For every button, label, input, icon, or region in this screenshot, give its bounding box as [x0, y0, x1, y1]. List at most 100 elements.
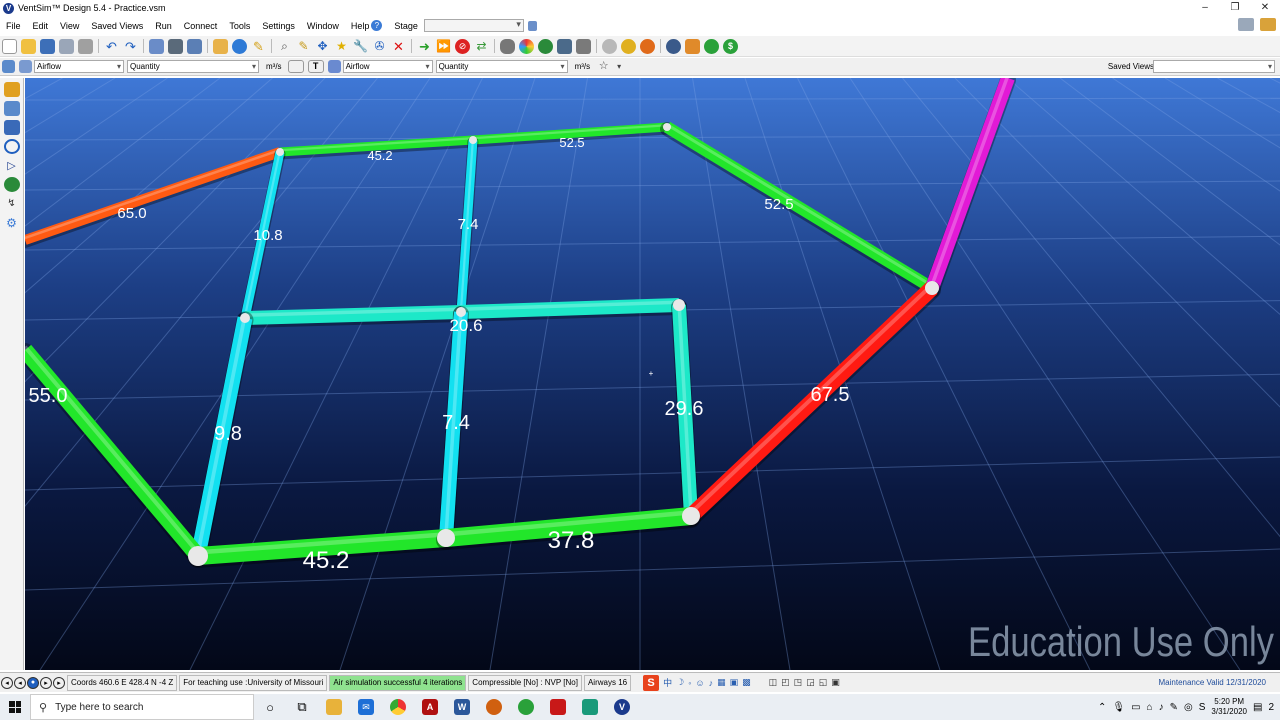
app-icon-3[interactable]	[574, 694, 606, 720]
cube-side-icon[interactable]: ◳	[794, 677, 803, 688]
save-icon[interactable]	[40, 38, 55, 54]
heat-icon[interactable]	[602, 38, 617, 54]
nav-first-icon[interactable]: ◂	[1, 676, 13, 689]
maximize-button[interactable]: ❐	[1220, 0, 1250, 16]
globe-search-icon[interactable]	[538, 38, 553, 54]
app-icon-2[interactable]	[542, 694, 574, 720]
display-settings-icon[interactable]	[2, 60, 15, 73]
ime-tray-icon[interactable]: S	[1199, 702, 1206, 713]
wechat-icon[interactable]	[510, 694, 542, 720]
new-file-icon[interactable]	[2, 38, 17, 54]
menu-saved-views[interactable]: Saved Views	[85, 21, 149, 31]
cortana-icon[interactable]: ○	[254, 694, 286, 720]
favorite-dropdown-icon[interactable]: ▾	[615, 59, 623, 74]
menu-window[interactable]: Window	[301, 21, 345, 31]
minimize-button[interactable]: –	[1190, 0, 1220, 16]
legend-toggle-icon[interactable]	[287, 60, 304, 73]
volume-icon[interactable]: ♪	[1159, 702, 1164, 713]
word-icon[interactable]: W	[446, 694, 478, 720]
cube-iso-icon[interactable]: ◲	[806, 677, 815, 688]
pen-icon[interactable]: ✎	[1170, 702, 1178, 713]
ime-shirt-icon[interactable]: ▣	[730, 677, 739, 688]
menu-connect[interactable]: Connect	[178, 21, 224, 31]
mic-icon[interactable]: 🎙	[1112, 702, 1125, 713]
recycle-icon[interactable]	[704, 38, 719, 54]
wifi-icon[interactable]: ◎	[1184, 702, 1193, 713]
ime-moon-icon[interactable]: ☽	[676, 677, 684, 688]
clock[interactable]: 5:20 PM 3/31/2020	[1211, 697, 1247, 717]
ime-emoji-icon[interactable]: ☺	[695, 678, 704, 688]
network-icon[interactable]	[3, 101, 20, 116]
export-icon[interactable]	[685, 38, 700, 54]
sogou-logo-icon[interactable]: S	[643, 674, 660, 691]
paste-icon[interactable]	[78, 38, 93, 54]
undo-icon[interactable]: ↶	[104, 39, 119, 54]
move-icon[interactable]: ✥	[315, 39, 330, 54]
chart-icon[interactable]	[557, 38, 572, 54]
nav-prev-icon[interactable]: ◂	[14, 676, 26, 689]
tray-chevron-icon[interactable]: ⌃	[1098, 702, 1106, 713]
money-icon[interactable]: $	[723, 38, 738, 54]
saved-views-select[interactable]	[1153, 60, 1275, 73]
open-folder-icon[interactable]	[21, 38, 36, 54]
binoculars-icon[interactable]	[168, 38, 183, 54]
colour-type-select[interactable]: Quantity	[127, 60, 259, 73]
wrench-icon[interactable]: 🔧	[353, 39, 368, 54]
network-icon[interactable]: ⌂	[1147, 702, 1153, 713]
camera-icon[interactable]	[1238, 18, 1254, 31]
task-view-icon[interactable]: ⧉	[286, 694, 318, 720]
menu-edit[interactable]: Edit	[27, 21, 55, 31]
text-toggle-button[interactable]: T	[307, 60, 324, 73]
draw-airway-icon[interactable]: ✎	[296, 39, 311, 54]
colour-data-select[interactable]: Airflow	[34, 60, 124, 73]
start-button[interactable]	[0, 694, 30, 720]
redo-icon[interactable]: ↷	[123, 39, 138, 54]
close-button[interactable]: ✕	[1250, 0, 1280, 16]
cube-top-icon[interactable]: ◫	[769, 677, 778, 688]
fire-icon[interactable]	[640, 38, 655, 54]
menu-run[interactable]: Run	[149, 21, 178, 31]
view-mode-icon[interactable]	[232, 38, 247, 54]
copy-icon[interactable]	[59, 38, 74, 54]
app-icon-1[interactable]	[478, 694, 510, 720]
stage-select[interactable]	[423, 19, 524, 32]
ime-grid-icon[interactable]: ▩	[742, 677, 751, 688]
cube-front-icon[interactable]: ◰	[781, 677, 790, 688]
swap-icon[interactable]: ⇄	[474, 39, 489, 54]
print-icon[interactable]	[149, 38, 164, 54]
filter-icon[interactable]	[576, 38, 591, 54]
stop-icon[interactable]: ⊘	[455, 38, 470, 54]
favorite-icon[interactable]: ☆	[596, 59, 611, 74]
zoom-icon[interactable]: ⌕	[277, 39, 292, 54]
cube-persp-icon[interactable]: ▣	[831, 677, 840, 688]
nav-last-icon[interactable]: ▸	[53, 676, 65, 689]
ime-mic-icon[interactable]: ♪	[709, 678, 714, 688]
arrow-right-icon[interactable]: ➜	[417, 39, 432, 54]
play-icon[interactable]: ▷	[4, 158, 20, 173]
gas-icon[interactable]	[621, 38, 636, 54]
text-settings-icon[interactable]	[327, 60, 341, 73]
nav-next-icon[interactable]: ▸	[40, 676, 52, 689]
acrobat-icon[interactable]: A	[414, 694, 446, 720]
menu-file[interactable]: File	[0, 21, 27, 31]
star-icon[interactable]: ★	[334, 39, 349, 54]
cube-back-icon[interactable]: ◱	[819, 677, 828, 688]
menu-settings[interactable]: Settings	[256, 21, 301, 31]
fast-forward-icon[interactable]: ⏩	[436, 39, 451, 54]
fan-icon[interactable]: ✇	[372, 39, 387, 54]
ime-keyboard-icon[interactable]: ▦	[717, 677, 726, 688]
3d-viewport[interactable]: 45.2 52.5 52.5 65.0 10.8 7.4 20.6 9.8 7.…	[25, 78, 1280, 670]
color-wheel-icon[interactable]	[519, 38, 534, 54]
cloud-icon[interactable]	[500, 38, 515, 54]
globe-icon[interactable]	[3, 177, 20, 192]
mail-icon[interactable]: ✉	[350, 694, 382, 720]
menu-tools[interactable]: Tools	[223, 21, 256, 31]
menu-view[interactable]: View	[54, 21, 85, 31]
lock-icon[interactable]	[527, 20, 537, 31]
text-type-select[interactable]: Quantity	[435, 60, 568, 73]
pencil-icon[interactable]: ✎	[251, 39, 266, 54]
help-icon[interactable]: ?	[371, 20, 383, 31]
screenshot-icon[interactable]	[1260, 18, 1276, 31]
gear-icon[interactable]: ⚙	[4, 215, 20, 230]
ime-language-icon[interactable]: 中	[663, 676, 672, 689]
